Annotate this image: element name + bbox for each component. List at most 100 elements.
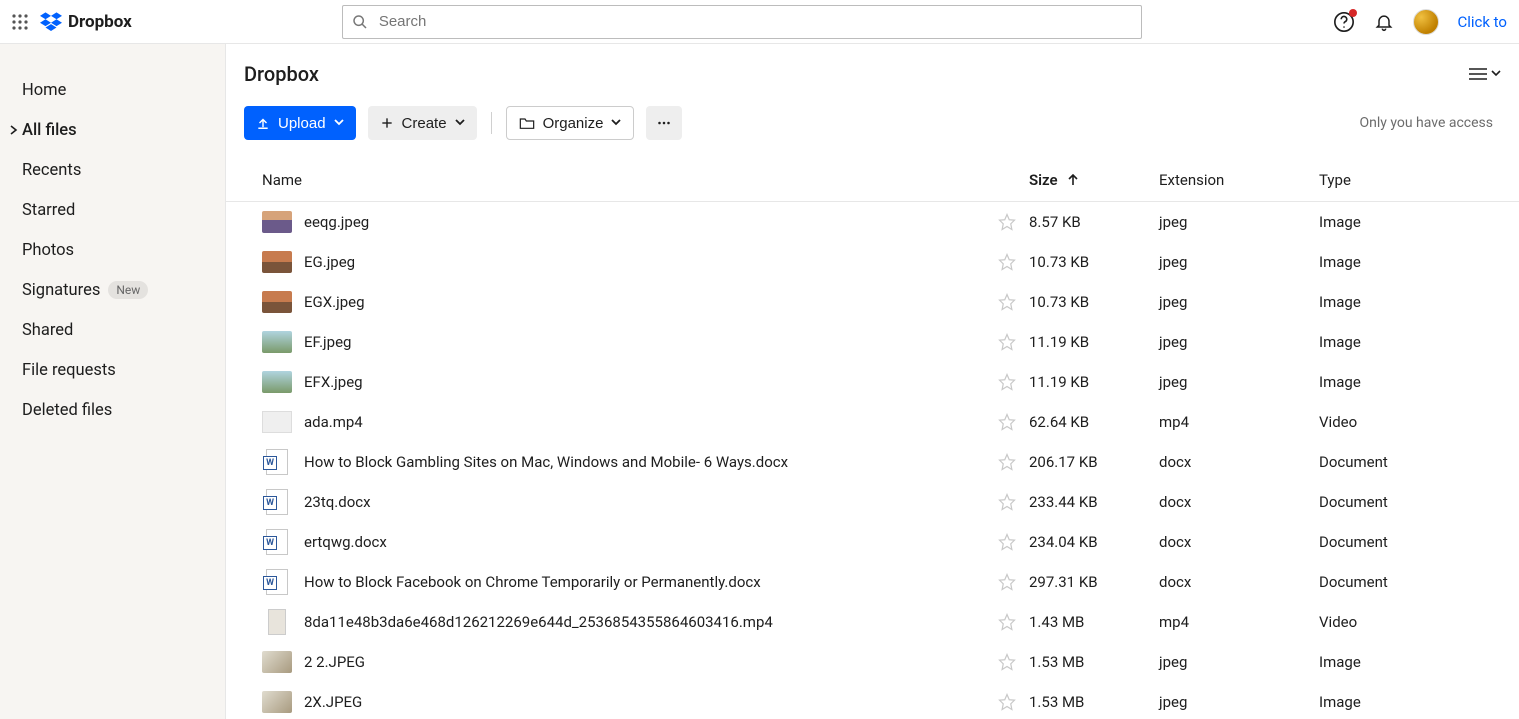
table-row[interactable]: EF.jpeg11.19 KBjpegImage bbox=[226, 322, 1519, 362]
table-row[interactable]: 2 2.JPEG1.53 MBjpegImage bbox=[226, 642, 1519, 682]
file-name-cell[interactable]: 23tq.docx bbox=[262, 489, 985, 515]
file-extension: mp4 bbox=[1159, 613, 1319, 631]
click-to-link[interactable]: Click to bbox=[1457, 13, 1507, 31]
star-button[interactable] bbox=[985, 253, 1029, 271]
folder-icon bbox=[519, 116, 535, 130]
organize-button[interactable]: Organize bbox=[506, 106, 635, 140]
sidebar-item-file-requests[interactable]: File requests bbox=[0, 350, 225, 390]
file-size: 233.44 KB bbox=[1029, 493, 1159, 511]
file-name: EFX.jpeg bbox=[304, 373, 363, 391]
file-extension: jpeg bbox=[1159, 293, 1319, 311]
file-name-cell[interactable]: How to Block Gambling Sites on Mac, Wind… bbox=[262, 449, 985, 475]
search-icon bbox=[352, 14, 368, 30]
table-row[interactable]: EFX.jpeg11.19 KBjpegImage bbox=[226, 362, 1519, 402]
view-mode-toggle[interactable] bbox=[1469, 67, 1501, 81]
file-name: 23tq.docx bbox=[304, 493, 371, 511]
star-button[interactable] bbox=[985, 413, 1029, 431]
star-button[interactable] bbox=[985, 213, 1029, 231]
bell-icon[interactable] bbox=[1373, 11, 1395, 33]
star-button[interactable] bbox=[985, 333, 1029, 351]
search-container bbox=[342, 5, 1142, 39]
table-row[interactable]: How to Block Gambling Sites on Mac, Wind… bbox=[226, 442, 1519, 482]
file-thumbnail bbox=[262, 331, 292, 353]
search-input[interactable] bbox=[342, 5, 1142, 39]
table-row[interactable]: 23tq.docx233.44 KBdocxDocument bbox=[226, 482, 1519, 522]
sidebar-item-photos[interactable]: Photos bbox=[0, 230, 225, 270]
toolbar: Upload Create Organize Only you have acc… bbox=[226, 92, 1519, 158]
more-actions-button[interactable] bbox=[646, 106, 682, 140]
sidebar-item-shared[interactable]: Shared bbox=[0, 310, 225, 350]
file-name-cell[interactable]: ertqwg.docx bbox=[262, 529, 985, 555]
create-label: Create bbox=[402, 115, 447, 132]
star-button[interactable] bbox=[985, 573, 1029, 591]
star-button[interactable] bbox=[985, 373, 1029, 391]
column-header-name[interactable]: Name bbox=[262, 171, 985, 189]
file-size: 1.53 MB bbox=[1029, 693, 1159, 711]
file-thumbnail bbox=[262, 211, 292, 233]
sidebar-item-home[interactable]: Home bbox=[0, 70, 225, 110]
file-type: Image bbox=[1319, 253, 1519, 271]
help-icon[interactable] bbox=[1333, 11, 1355, 33]
avatar[interactable] bbox=[1413, 9, 1439, 35]
file-name-cell[interactable]: How to Block Facebook on Chrome Temporar… bbox=[262, 569, 985, 595]
table-row[interactable]: eeqg.jpeg8.57 KBjpegImage bbox=[226, 202, 1519, 242]
file-name-cell[interactable]: EG.jpeg bbox=[262, 251, 985, 273]
file-thumbnail bbox=[262, 251, 292, 273]
star-button[interactable] bbox=[985, 493, 1029, 511]
column-header-size[interactable]: Size bbox=[1029, 171, 1159, 189]
table-row[interactable]: 8da11e48b3da6e468d126212269e644d_2536854… bbox=[226, 602, 1519, 642]
upload-button[interactable]: Upload bbox=[244, 106, 356, 140]
chevron-down-icon bbox=[334, 119, 344, 127]
table-row[interactable]: 2X.JPEG1.53 MBjpegImage bbox=[226, 682, 1519, 719]
sidebar-item-signatures[interactable]: Signatures New bbox=[0, 270, 225, 310]
file-name: ada.mp4 bbox=[304, 413, 363, 431]
file-type: Image bbox=[1319, 373, 1519, 391]
file-name-cell[interactable]: EFX.jpeg bbox=[262, 371, 985, 393]
file-name-cell[interactable]: 8da11e48b3da6e468d126212269e644d_2536854… bbox=[262, 609, 985, 635]
column-header-type[interactable]: Type bbox=[1319, 171, 1519, 189]
file-size: 11.19 KB bbox=[1029, 373, 1159, 391]
dropbox-logo[interactable]: Dropbox bbox=[40, 12, 132, 32]
star-button[interactable] bbox=[985, 613, 1029, 631]
file-extension: docx bbox=[1159, 533, 1319, 551]
file-size: 206.17 KB bbox=[1029, 453, 1159, 471]
file-name: 2 2.JPEG bbox=[304, 653, 365, 671]
file-extension: docx bbox=[1159, 493, 1319, 511]
create-button[interactable]: Create bbox=[368, 106, 477, 140]
star-button[interactable] bbox=[985, 453, 1029, 471]
sidebar-item-label: Recents bbox=[22, 161, 81, 180]
brand-name: Dropbox bbox=[68, 12, 132, 32]
file-name-cell[interactable]: eeqg.jpeg bbox=[262, 211, 985, 233]
table-row[interactable]: ertqwg.docx234.04 KBdocxDocument bbox=[226, 522, 1519, 562]
sidebar-item-label: File requests bbox=[22, 361, 116, 380]
sidebar-item-label: Shared bbox=[22, 321, 73, 340]
sidebar-item-deleted-files[interactable]: Deleted files bbox=[0, 390, 225, 430]
file-name-cell[interactable]: 2 2.JPEG bbox=[262, 651, 985, 673]
file-thumbnail bbox=[266, 569, 288, 595]
file-name-cell[interactable]: EGX.jpeg bbox=[262, 291, 985, 313]
table-row[interactable]: ada.mp462.64 KBmp4Video bbox=[226, 402, 1519, 442]
sidebar-item-starred[interactable]: Starred bbox=[0, 190, 225, 230]
column-header-extension[interactable]: Extension bbox=[1159, 171, 1319, 189]
file-thumbnail bbox=[262, 371, 292, 393]
star-button[interactable] bbox=[985, 533, 1029, 551]
sidebar-item-all-files[interactable]: All files bbox=[0, 110, 225, 150]
file-name-cell[interactable]: EF.jpeg bbox=[262, 331, 985, 353]
sidebar-item-label: Starred bbox=[22, 201, 75, 220]
table-row[interactable]: How to Block Facebook on Chrome Temporar… bbox=[226, 562, 1519, 602]
star-button[interactable] bbox=[985, 293, 1029, 311]
star-button[interactable] bbox=[985, 653, 1029, 671]
file-thumbnail bbox=[268, 609, 286, 635]
file-type: Document bbox=[1319, 453, 1519, 471]
file-name-cell[interactable]: 2X.JPEG bbox=[262, 691, 985, 713]
file-name-cell[interactable]: ada.mp4 bbox=[262, 411, 985, 433]
table-row[interactable]: EGX.jpeg10.73 KBjpegImage bbox=[226, 282, 1519, 322]
file-name: How to Block Gambling Sites on Mac, Wind… bbox=[304, 453, 788, 471]
chevron-down-icon bbox=[1491, 70, 1501, 78]
sidebar-item-recents[interactable]: Recents bbox=[0, 150, 225, 190]
table-row[interactable]: EG.jpeg10.73 KBjpegImage bbox=[226, 242, 1519, 282]
star-button[interactable] bbox=[985, 693, 1029, 711]
file-extension: jpeg bbox=[1159, 333, 1319, 351]
apps-grid-icon[interactable] bbox=[8, 10, 32, 34]
file-type: Document bbox=[1319, 533, 1519, 551]
